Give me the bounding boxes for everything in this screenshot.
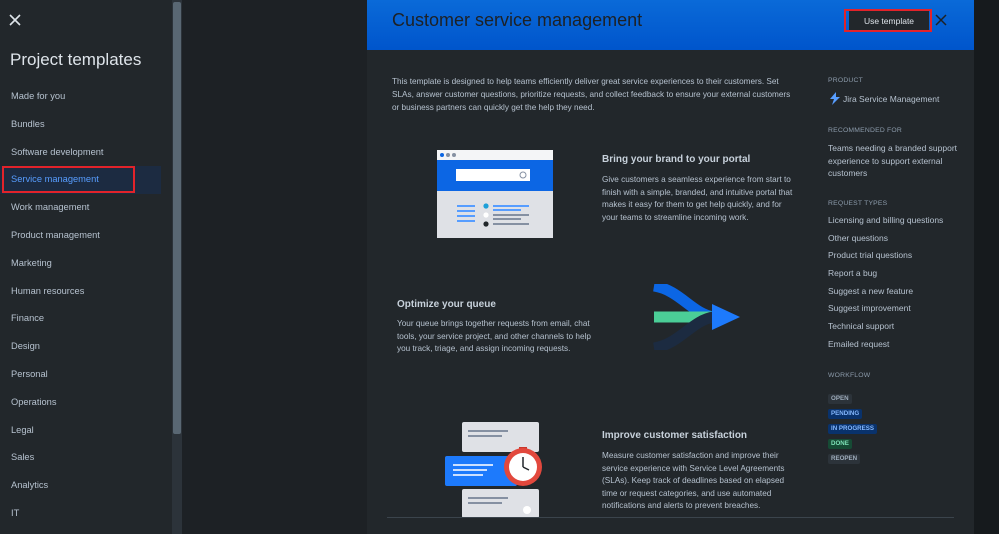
sidebar-item-finance[interactable]: Finance [0, 305, 172, 333]
sidebar-item-personal[interactable]: Personal [0, 361, 172, 389]
request-type-item: Report a bug [828, 268, 878, 279]
sidebar-item-software-development[interactable]: Software development [0, 139, 172, 167]
divider [387, 517, 954, 518]
sidebar-item-sales[interactable]: Sales [0, 444, 172, 472]
request-type-item: Licensing and billing questions [828, 215, 944, 225]
queue-illustration [652, 284, 740, 350]
sidebar-title: Project templates [10, 50, 142, 69]
template-category-list: Made for you Bundles Software developmen… [0, 83, 172, 528]
sidebar-item-made-for-you[interactable]: Made for you [0, 83, 172, 111]
feature-title-queue: Optimize your queue [397, 299, 496, 310]
template-detail-panel: Customer service management Use template… [367, 0, 974, 534]
request-type-item: Suggest a new feature [828, 285, 914, 296]
panel-header: Customer service management Use template [367, 0, 974, 50]
page-title: Customer service management [392, 10, 643, 30]
sidebar-item-work-management[interactable]: Work management [0, 194, 172, 222]
request-type-item: Product trial questions [828, 250, 913, 261]
request-types-heading: REQUEST TYPES [828, 200, 888, 207]
workflow-status-list: OPEN PENDING IN PROGRESS DONE REOPEN [828, 387, 877, 464]
recommended-heading: RECOMMENDED FOR [828, 127, 902, 134]
sidebar: Project templates Made for you Bundles S… [0, 0, 182, 534]
recommended-text: Teams needing a branded support experien… [828, 143, 958, 178]
close-icon[interactable] [8, 13, 22, 27]
feature-title-satisfaction: Improve customer satisfaction [602, 430, 748, 441]
sla-illustration [445, 422, 542, 518]
template-description: This template is designed to help teams … [392, 77, 791, 112]
workflow-heading: WORKFLOW [828, 372, 871, 379]
request-type-item: Suggest improvement [828, 303, 911, 314]
sidebar-scrollbar[interactable] [172, 0, 182, 534]
sidebar-item-it[interactable]: IT [0, 500, 172, 528]
product-heading: PRODUCT [828, 77, 864, 84]
sidebar-item-service-management[interactable]: Service management [0, 166, 161, 195]
close-icon[interactable] [935, 14, 947, 26]
portal-illustration [437, 150, 553, 238]
feature-text-satisfaction: Measure customer satisfaction and improv… [602, 451, 785, 510]
request-types-list: Licensing and billing questions Other qu… [828, 215, 943, 357]
sidebar-item-marketing[interactable]: Marketing [0, 250, 172, 278]
feature-text-portal: Give customers a seamless experience fro… [602, 175, 793, 222]
feature-title-portal: Bring your brand to your portal [602, 154, 751, 165]
status-lozenge: REOPEN [828, 454, 861, 464]
backdrop [182, 0, 367, 534]
product-name: Jira Service Management [843, 94, 940, 104]
jira-service-management-logo-icon [830, 92, 840, 105]
scrollbar-thumb[interactable] [173, 2, 181, 434]
request-type-item: Emailed request [828, 338, 890, 349]
sidebar-item-legal[interactable]: Legal [0, 417, 172, 445]
use-template-button[interactable]: Use template [849, 11, 929, 30]
request-type-item: Other questions [828, 232, 889, 243]
sidebar-item-design[interactable]: Design [0, 333, 172, 361]
request-type-item: Technical support [828, 321, 895, 332]
sidebar-item-product-management[interactable]: Product management [0, 222, 172, 250]
feature-text-queue: Your queue brings together requests from… [397, 319, 591, 353]
sidebar-item-operations[interactable]: Operations [0, 389, 172, 417]
sidebar-item-human-resources[interactable]: Human resources [0, 278, 172, 306]
sidebar-item-bundles[interactable]: Bundles [0, 111, 172, 139]
sidebar-item-analytics[interactable]: Analytics [0, 472, 172, 500]
